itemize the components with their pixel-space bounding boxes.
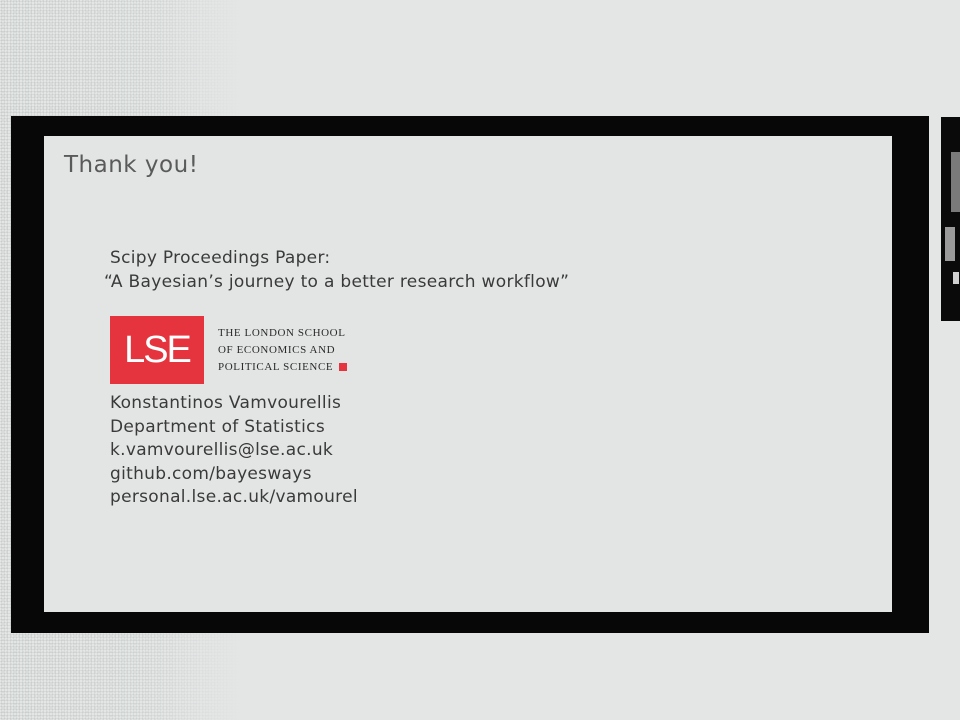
slide-title: Thank you! — [64, 152, 199, 178]
contact-email: k.vamvourellis@lse.ac.uk — [110, 440, 334, 460]
logo-dot-icon — [339, 362, 348, 371]
contact-department: Department of Statistics — [110, 416, 325, 437]
paper-title: “A Bayesian’s journey to a better resear… — [104, 272, 570, 292]
thumbnail-figure — [945, 227, 955, 261]
logo-line-1: The London School — [218, 326, 346, 339]
paper-label: Scipy Proceedings Paper: — [110, 248, 331, 268]
lse-logo: LSE The London School of Economics and P… — [110, 316, 348, 384]
lse-logo-mark: LSE — [110, 316, 204, 384]
logo-line-3: Political Science — [218, 359, 348, 376]
video-thumbnail — [941, 117, 960, 321]
slide: Thank you! Scipy Proceedings Paper: “A B… — [44, 136, 892, 612]
logo-line-2: of Economics and — [218, 343, 336, 356]
contact-block: Konstantinos Vamvourellis Department of … — [110, 392, 358, 510]
lse-logo-wordmark: The London School of Economics and Polit… — [218, 325, 348, 376]
contact-name: Konstantinos Vamvourellis — [110, 393, 342, 413]
logo-line-3-text: Political Science — [218, 360, 334, 373]
thumbnail-screen — [951, 152, 960, 212]
contact-website: personal.lse.ac.uk/vamourel — [110, 487, 358, 507]
thumbnail-highlight — [953, 272, 959, 284]
contact-github: github.com/bayesways — [110, 463, 312, 484]
